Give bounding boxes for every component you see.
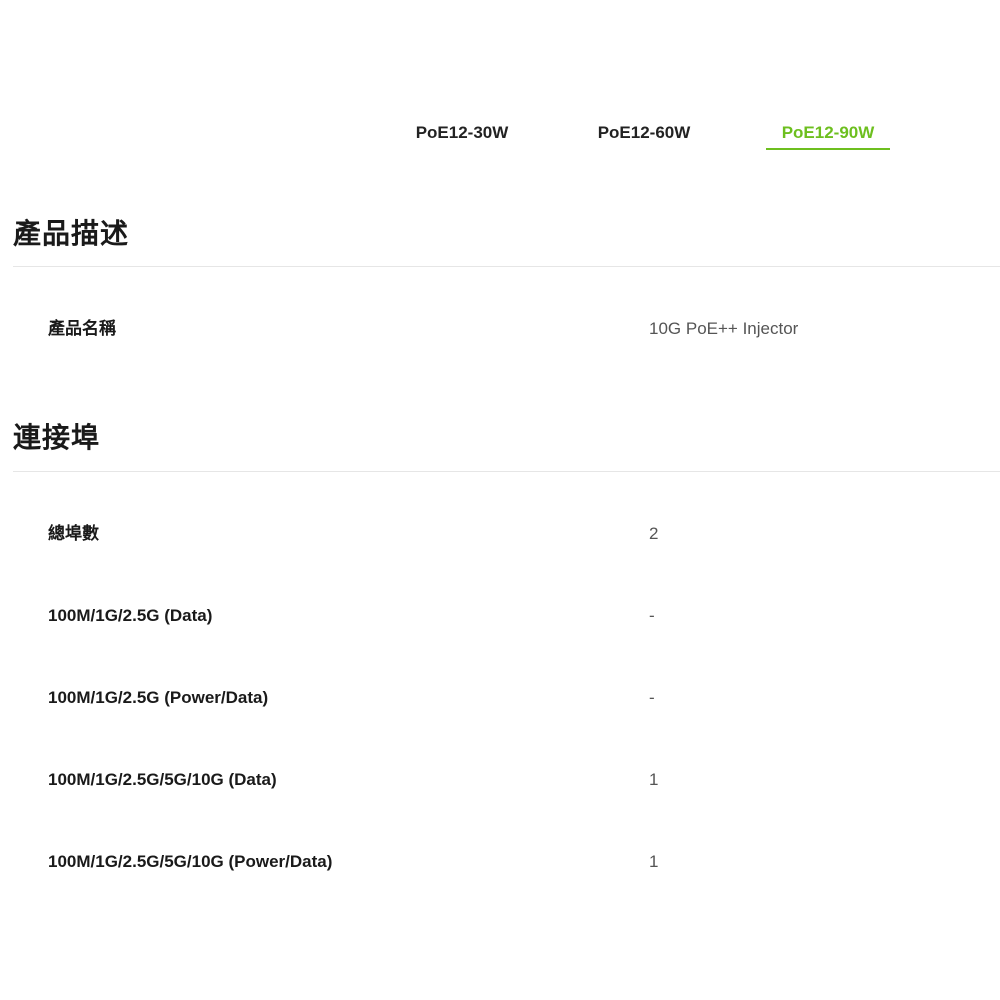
spec-label: 100M/1G/2.5G (Data) (48, 606, 213, 625)
spec-row-2-5g-power-data: 100M/1G/2.5G (Power/Data) - (0, 683, 1000, 713)
spec-value: 1 (649, 852, 659, 871)
tab-poe12-60w[interactable]: PoE12-60W (580, 120, 708, 150)
spec-row-total-ports: 總埠數 2 (0, 519, 1000, 549)
section-divider (13, 266, 1000, 267)
spec-label: 100M/1G/2.5G/5G/10G (Data) (48, 770, 277, 789)
spec-value: - (649, 688, 655, 707)
spec-label: 產品名稱 (48, 319, 116, 338)
spec-value: 2 (649, 524, 659, 543)
section-title-description: 產品描述 (13, 218, 130, 249)
tab-poe12-90w[interactable]: PoE12-90W (766, 120, 890, 150)
section-title-ports: 連接埠 (13, 422, 101, 453)
spec-value: - (649, 606, 655, 625)
model-tabs: PoE12-30W PoE12-60W PoE12-90W (0, 120, 1000, 154)
spec-value: 1 (649, 770, 659, 789)
section-divider (13, 471, 1000, 472)
spec-label: 總埠數 (48, 524, 99, 543)
spec-row-10g-power-data: 100M/1G/2.5G/5G/10G (Power/Data) 1 (0, 847, 1000, 877)
spec-label: 100M/1G/2.5G (Power/Data) (48, 688, 269, 707)
spec-value: 10G PoE++ Injector (649, 319, 799, 338)
spec-row-10g-data: 100M/1G/2.5G/5G/10G (Data) 1 (0, 765, 1000, 795)
spec-page: PoE12-30W PoE12-60W PoE12-90W 產品描述 產品名稱 … (0, 0, 1000, 1000)
tab-poe12-30w[interactable]: PoE12-30W (398, 120, 526, 150)
spec-row-2-5g-data: 100M/1G/2.5G (Data) - (0, 601, 1000, 631)
spec-row-product-name: 產品名稱 10G PoE++ Injector (0, 314, 1000, 344)
spec-label: 100M/1G/2.5G/5G/10G (Power/Data) (48, 852, 333, 871)
